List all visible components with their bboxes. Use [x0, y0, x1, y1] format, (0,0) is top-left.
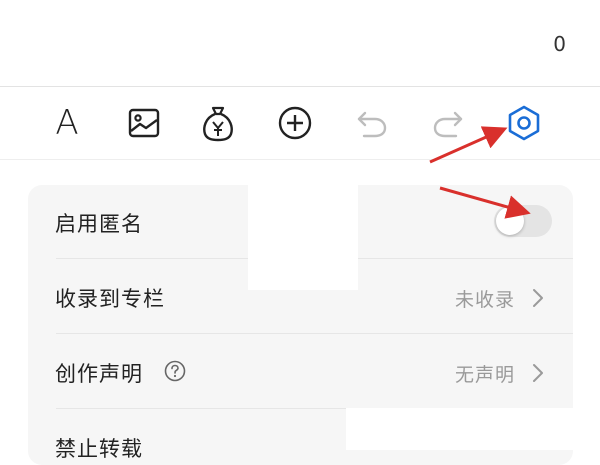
toggle-knob — [496, 207, 524, 235]
undo-icon — [357, 111, 387, 138]
editor-toolbar: A — [0, 87, 600, 159]
collection-label: 收录到专栏 — [55, 287, 165, 311]
anonymous-toggle[interactable] — [494, 205, 552, 237]
add-circle-icon — [278, 106, 312, 140]
redaction-block — [574, 390, 600, 450]
insert-image-button[interactable] — [124, 103, 164, 143]
settings-icon — [508, 105, 540, 141]
text-format-button[interactable]: A — [47, 103, 87, 143]
image-icon — [128, 108, 160, 138]
redo-button[interactable] — [428, 103, 468, 143]
reward-button[interactable] — [198, 103, 238, 143]
insert-button[interactable] — [275, 103, 315, 143]
chevron-right-icon — [533, 364, 543, 382]
redaction-block — [248, 185, 358, 290]
divider — [56, 333, 573, 334]
redaction-block — [346, 408, 600, 450]
text-format-icon: A — [55, 103, 79, 143]
statement-row[interactable]: 创作声明 无声明 — [28, 335, 573, 409]
help-icon[interactable] — [164, 360, 186, 382]
collection-value: 未收录 — [454, 289, 515, 311]
settings-button[interactable] — [504, 103, 544, 143]
statement-value: 无声明 — [454, 364, 515, 386]
redo-icon — [433, 111, 463, 138]
anonymous-label: 启用匿名 — [55, 212, 143, 236]
char-count: 0 — [553, 32, 566, 56]
money-bag-icon — [203, 106, 233, 142]
chevron-right-icon — [533, 289, 543, 307]
statement-label: 创作声明 — [55, 362, 143, 386]
reprint-label: 禁止转载 — [55, 437, 143, 461]
undo-button[interactable] — [352, 103, 392, 143]
editor-area[interactable]: 0 — [0, 0, 600, 86]
